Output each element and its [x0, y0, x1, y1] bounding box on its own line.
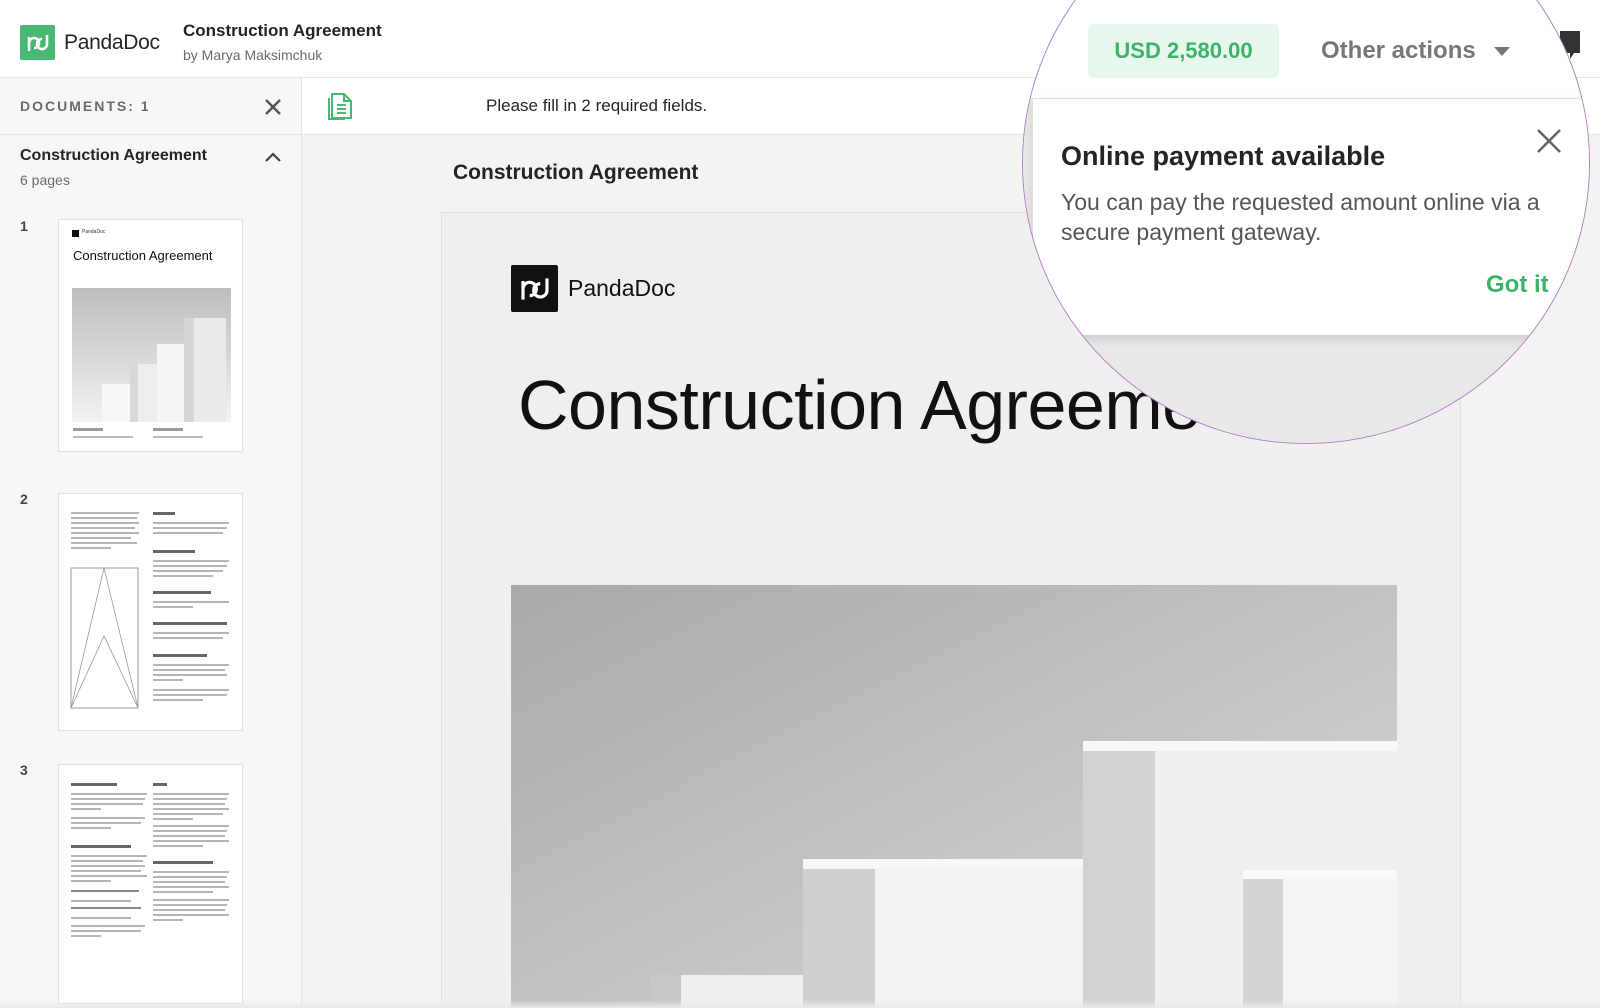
- brand-name: PandaDoc: [64, 30, 160, 54]
- caret-down-icon: [1493, 46, 1510, 56]
- chevron-up-icon[interactable]: [264, 150, 282, 168]
- page-number: 2: [20, 491, 28, 507]
- thumb-logo-icon: [72, 230, 79, 237]
- popup-title: Online payment available: [1061, 141, 1386, 171]
- viewer-document-title: Construction Agreement: [453, 161, 699, 184]
- thumb-brand: PandaDoc: [82, 229, 106, 235]
- pandadoc-logo-icon: [20, 25, 55, 60]
- online-payment-popup: Online payment available You can pay the…: [1033, 99, 1589, 335]
- page-thumbnail-1[interactable]: PandaDoc Construction Agreement: [58, 219, 243, 452]
- page-thumbnail-2[interactable]: [58, 493, 243, 731]
- page-number: 3: [20, 762, 28, 778]
- thumb-title: Construction Agreement: [73, 248, 213, 263]
- document-title: Construction Agreement: [183, 21, 382, 40]
- sidebar-header: DOCUMENTS: 1: [0, 78, 301, 135]
- thumb-photo: [72, 288, 231, 422]
- thumb-text-line: [73, 436, 133, 438]
- other-actions-dropdown-zoomed[interactable]: Other actions: [1321, 37, 1510, 65]
- page-number: 1: [20, 218, 28, 234]
- document-icon[interactable]: [328, 92, 354, 125]
- bottom-shadow: [0, 1000, 1600, 1008]
- thumb-page-content: [71, 783, 229, 937]
- pandadoc-logo[interactable]: PandaDoc: [20, 25, 160, 60]
- required-fields-message: Please fill in 2 required fields.: [486, 96, 708, 115]
- popup-body: You can pay the requested amount online …: [1061, 189, 1540, 245]
- pandadoc-logo-icon: [511, 265, 558, 312]
- thumb-text-line: [153, 428, 183, 431]
- lens-content: USD 2,580.00 Other actions Online paymen…: [1023, 1, 1589, 443]
- thumb-text-line: [153, 436, 203, 438]
- page-thumbnail-3[interactable]: [58, 764, 243, 1004]
- page-logo: PandaDoc: [511, 265, 675, 312]
- other-actions-label: Other actions: [1321, 37, 1476, 64]
- thumb-text-line: [73, 428, 103, 431]
- magnifier-lens: USD 2,580.00 Other actions Online paymen…: [1022, 0, 1590, 444]
- documents-count: DOCUMENTS: 1: [20, 98, 151, 114]
- sidebar-document-title[interactable]: Construction Agreement: [20, 147, 207, 165]
- page-brand-name: PandaDoc: [568, 275, 676, 301]
- document-author: by Marya Maksimchuk: [183, 47, 323, 63]
- close-sidebar-icon[interactable]: [262, 96, 284, 118]
- price-badge-zoomed[interactable]: USD 2,580.00: [1088, 24, 1279, 78]
- sidebar-page-count: 6 pages: [20, 172, 70, 188]
- got-it-button[interactable]: Got it: [1486, 271, 1549, 299]
- documents-sidebar: DOCUMENTS: 1 Construction Agreement 6 pa…: [0, 78, 302, 1008]
- thumb-page-content: [70, 512, 229, 709]
- close-popup-icon[interactable]: [1535, 127, 1563, 160]
- cover-photo: [511, 585, 1397, 1008]
